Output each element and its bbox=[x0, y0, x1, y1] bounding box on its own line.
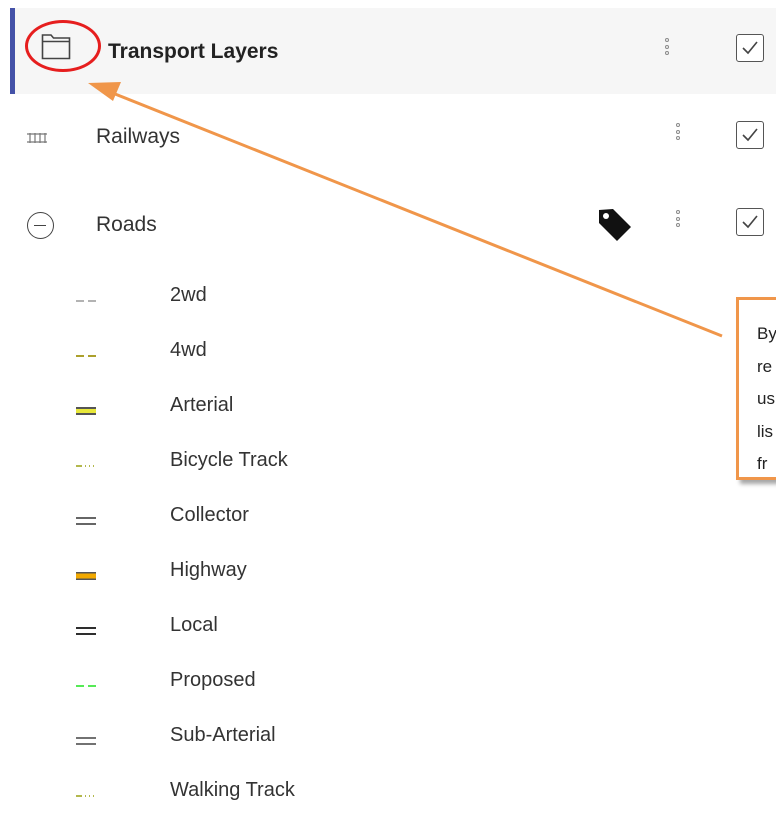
legend-label: 4wd bbox=[170, 339, 207, 361]
dash-dot-line-symbol bbox=[76, 795, 94, 797]
layer-label: Railways bbox=[96, 125, 181, 148]
legend-label: Bicycle Track bbox=[170, 449, 288, 471]
legend-label: 2wd bbox=[170, 284, 207, 306]
layer-visibility-checkbox[interactable] bbox=[736, 121, 764, 149]
layer-menu-icon[interactable] bbox=[676, 210, 682, 236]
callout-line: lis bbox=[757, 421, 774, 441]
checkmark-icon bbox=[742, 128, 758, 142]
collapse-icon[interactable] bbox=[27, 212, 54, 239]
legend-item: Sub-Arterial bbox=[0, 721, 400, 761]
legend-label: Highway bbox=[170, 559, 247, 581]
dashed-line-symbol bbox=[76, 300, 96, 302]
checkmark-icon bbox=[742, 41, 758, 55]
railway-icon bbox=[27, 133, 47, 143]
legend-label: Local bbox=[170, 614, 218, 636]
dash-dot-line-symbol bbox=[76, 465, 94, 467]
legend-item: Highway bbox=[0, 556, 400, 596]
callout-text: By re us lis fr bbox=[757, 318, 776, 481]
double-line-symbol bbox=[76, 407, 96, 415]
double-line-symbol bbox=[76, 737, 96, 745]
legend-item: Walking Track bbox=[0, 776, 400, 816]
dashed-line-symbol bbox=[76, 355, 96, 357]
checkmark-icon bbox=[742, 215, 758, 229]
legend-label: Proposed bbox=[170, 669, 256, 691]
legend-item: Collector bbox=[0, 501, 400, 541]
legend-item: 2wd bbox=[0, 281, 400, 321]
layer-group-row[interactable]: Transport Layers bbox=[10, 8, 776, 94]
layer-menu-icon[interactable] bbox=[676, 123, 682, 149]
legend-label: Sub-Arterial bbox=[170, 724, 276, 746]
callout-line: fr bbox=[757, 454, 768, 473]
legend-item: Local bbox=[0, 611, 400, 651]
legend-item: Proposed bbox=[0, 666, 400, 706]
dashed-line-symbol bbox=[76, 685, 96, 687]
layer-list-panel: Transport Layers Railways Roads 2wd 4wd … bbox=[0, 0, 776, 805]
group-menu-icon[interactable] bbox=[665, 38, 671, 64]
double-line-symbol bbox=[76, 627, 96, 635]
legend-item: Arterial bbox=[0, 391, 400, 431]
annotation-callout: By re us lis fr bbox=[736, 297, 776, 480]
legend-item: Bicycle Track bbox=[0, 446, 400, 486]
legend-label: Walking Track bbox=[170, 779, 295, 801]
double-line-symbol bbox=[76, 572, 96, 580]
highlight-circle bbox=[25, 20, 101, 72]
tag-icon[interactable] bbox=[596, 206, 634, 244]
legend-label: Arterial bbox=[170, 394, 234, 416]
group-title: Transport Layers bbox=[108, 40, 279, 63]
callout-line: us bbox=[757, 389, 775, 408]
double-line-symbol bbox=[76, 517, 96, 525]
legend-label: Collector bbox=[170, 504, 249, 526]
group-visibility-checkbox[interactable] bbox=[736, 34, 764, 62]
layer-visibility-checkbox[interactable] bbox=[736, 208, 764, 236]
callout-line: By bbox=[757, 324, 776, 343]
callout-line: re bbox=[757, 356, 773, 376]
layer-label: Roads bbox=[96, 213, 157, 236]
legend-item: 4wd bbox=[0, 336, 400, 376]
